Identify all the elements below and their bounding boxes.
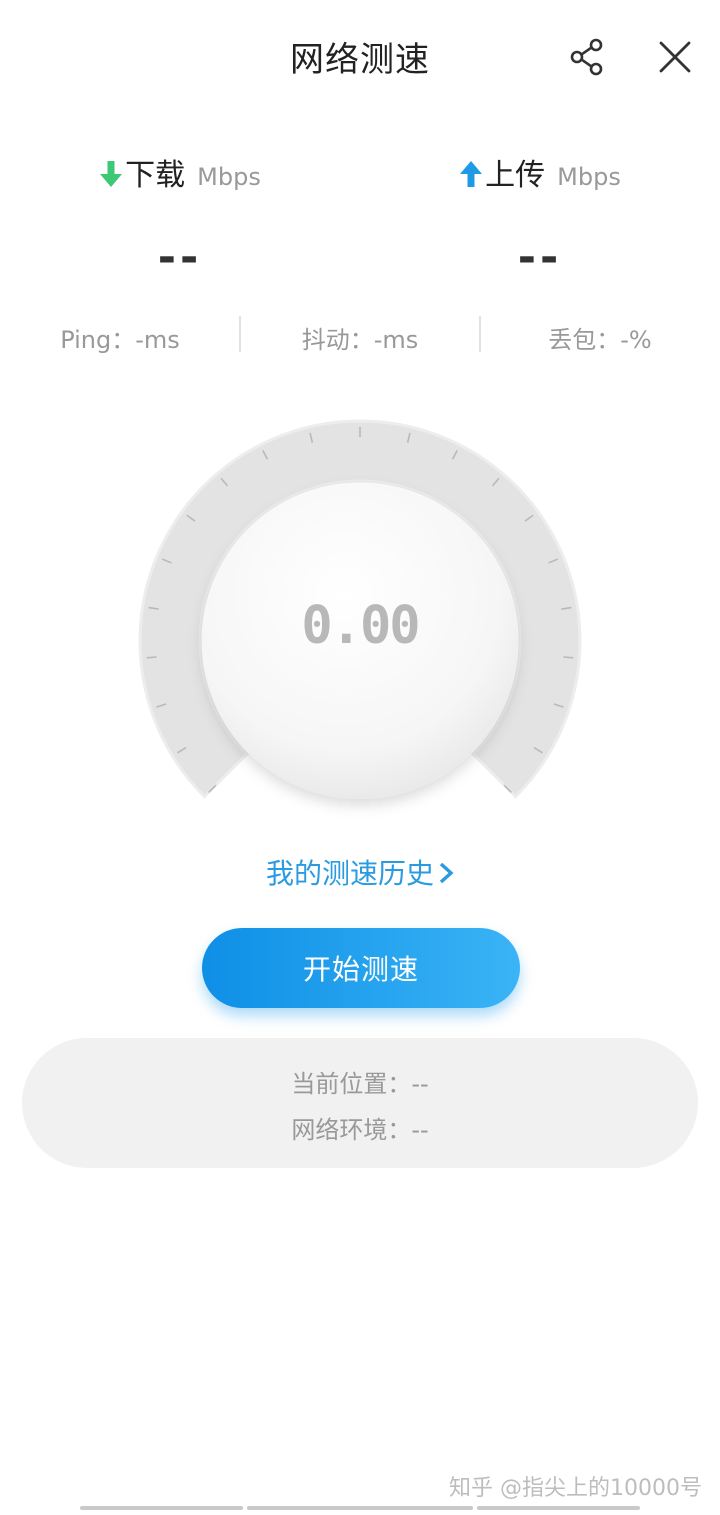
jitter-stat: 抖动：-ms (301, 326, 419, 354)
network-info: 网络环境：-- (291, 1116, 429, 1144)
gesture-bar-segment (477, 1506, 640, 1510)
watermark: 知乎 @指尖上的10000号 (449, 1476, 702, 1501)
location-info: 当前位置：-- (291, 1070, 429, 1098)
close-button[interactable] (654, 36, 696, 78)
upload-panel: 上传 Mbps -- (360, 150, 720, 283)
upload-label-row: 上传 Mbps (459, 150, 621, 194)
download-panel: 下载 Mbps -- (0, 150, 360, 283)
upload-value: -- (517, 232, 563, 283)
upload-label: 上传 (485, 158, 546, 193)
gesture-bar-segment (80, 1506, 243, 1510)
share-button[interactable] (566, 36, 608, 78)
start-test-button[interactable]: 开始测速 (202, 928, 520, 1008)
arrow-down-icon (100, 161, 123, 187)
download-unit: Mbps (197, 163, 261, 191)
arrow-up-icon (460, 161, 483, 187)
loss-stat: 丢包：-% (548, 326, 652, 354)
gauge-value: 0.00 (301, 596, 420, 656)
share-icon (570, 38, 603, 76)
download-label: 下载 (125, 158, 186, 193)
page-title: 网络测速 (290, 40, 430, 80)
gesture-bar (0, 1506, 720, 1512)
history-link[interactable]: 我的测速历史 (0, 852, 720, 892)
stats-row: Ping：-ms 抖动：-ms 丢包：-% (0, 312, 720, 356)
history-link-label: 我的测速历史 (265, 857, 434, 890)
ping-stat: Ping：-ms (60, 326, 180, 354)
chevron-right-icon (439, 862, 454, 884)
gauge-tick (146, 656, 157, 659)
close-icon (659, 41, 691, 73)
speed-gauge: 0.00 (130, 410, 590, 830)
gesture-bar-segment (247, 1506, 473, 1510)
upload-unit: Mbps (557, 163, 621, 191)
info-panel: 当前位置：-- 网络环境：-- (22, 1038, 698, 1168)
gauge-tick (563, 656, 574, 659)
header: 网络测速 (0, 0, 720, 110)
download-value: -- (157, 232, 203, 283)
download-label-row: 下载 Mbps (99, 150, 261, 194)
